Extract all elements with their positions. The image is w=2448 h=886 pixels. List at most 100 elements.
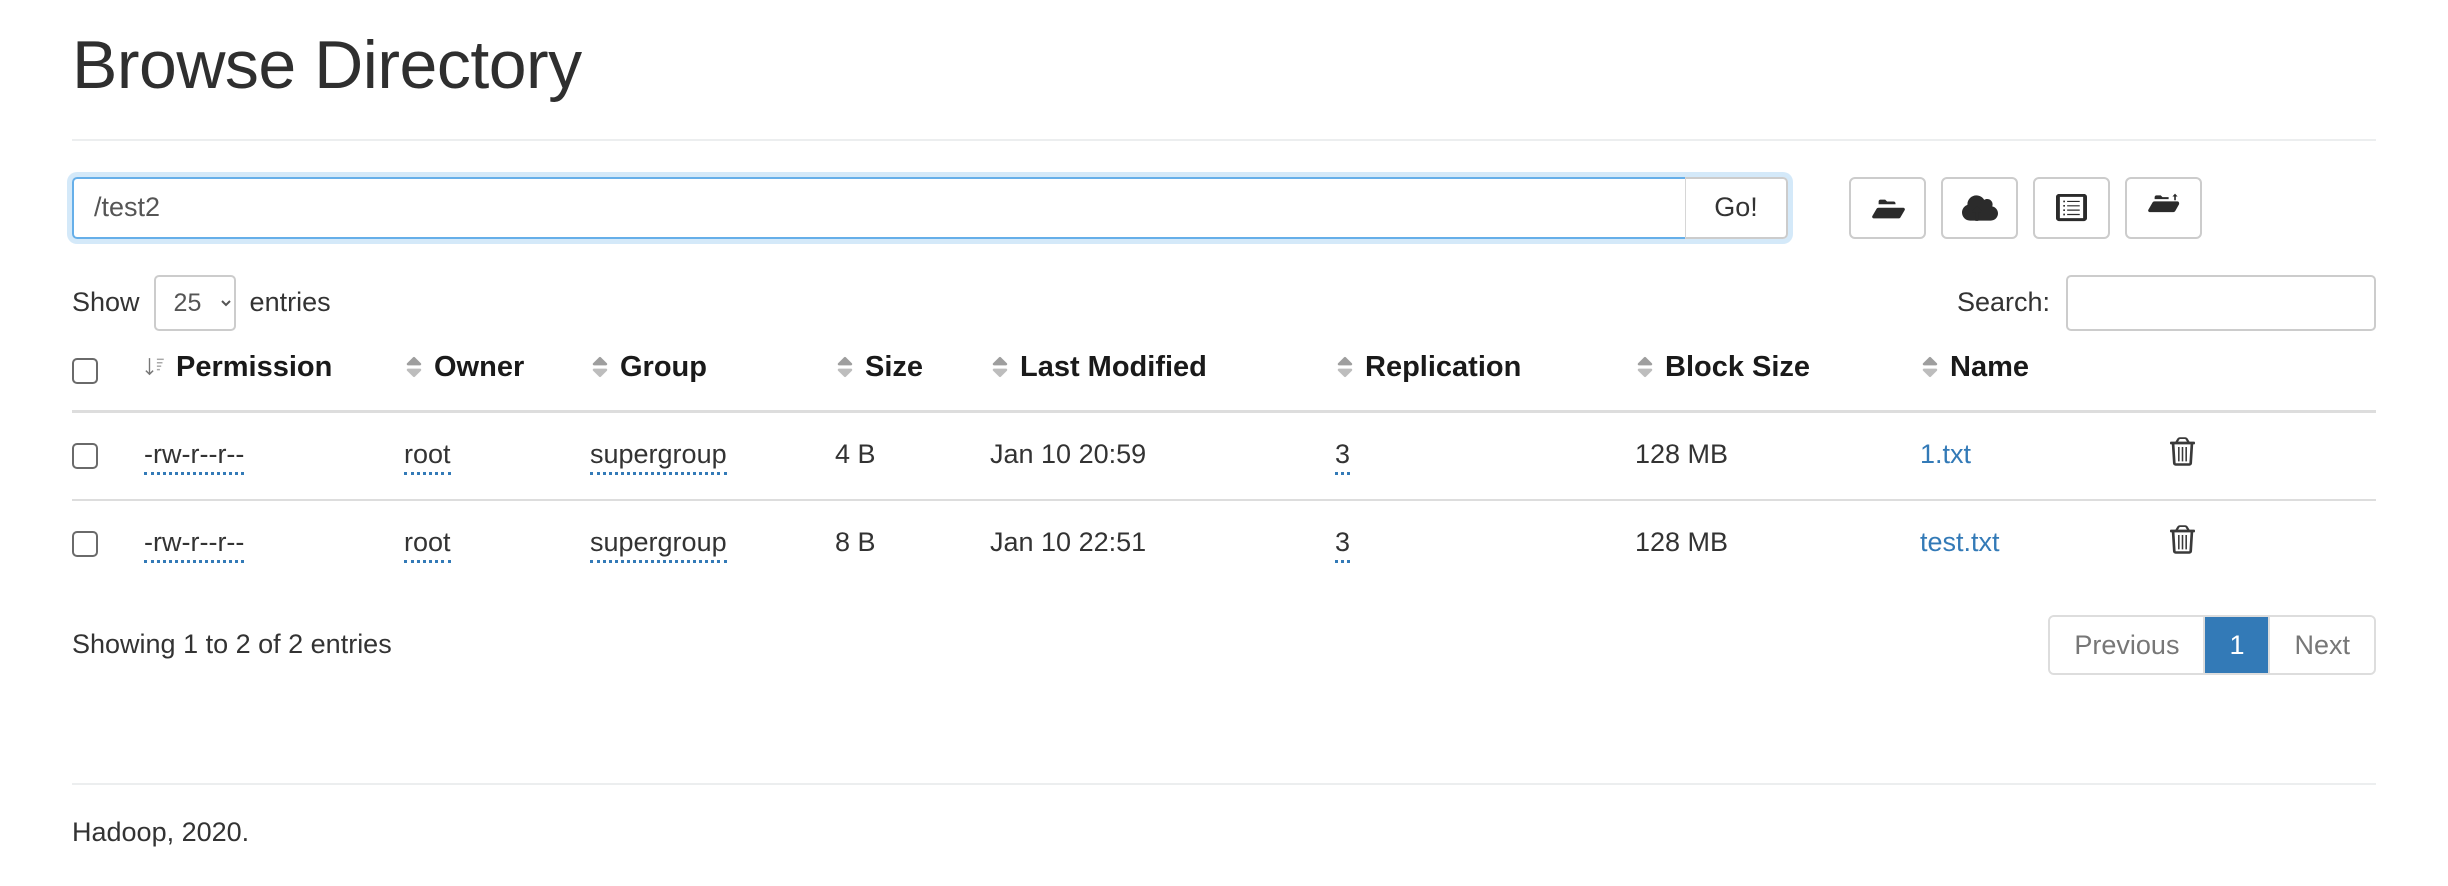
- group-value[interactable]: supergroup: [590, 527, 727, 563]
- cell-lastmodified: Jan 10 22:51: [990, 500, 1335, 587]
- column-header-replication[interactable]: Replication: [1335, 351, 1635, 412]
- sort-icon: [990, 354, 1010, 380]
- row-checkbox[interactable]: [72, 443, 98, 469]
- list-alt-icon: [2056, 192, 2087, 223]
- cell-name: test.txt: [1920, 500, 2170, 587]
- column-header-name[interactable]: Name: [1920, 351, 2170, 412]
- replication-value[interactable]: 3: [1335, 527, 1350, 563]
- cell-permission: -rw-r--r--: [144, 500, 404, 587]
- sort-icon: [1920, 354, 1940, 380]
- file-listing-table: Permission Owner: [72, 351, 2376, 587]
- cell-actions: [2170, 500, 2376, 587]
- path-toolbar-row: Go!: [72, 177, 2376, 239]
- pagination-page-1[interactable]: 1: [2205, 617, 2270, 673]
- column-header-replication-label: Replication: [1365, 351, 1521, 384]
- group-value[interactable]: supergroup: [590, 439, 727, 475]
- search-input[interactable]: [2066, 275, 2376, 331]
- permission-value[interactable]: -rw-r--r--: [144, 439, 244, 475]
- sort-icon: [835, 354, 855, 380]
- cell-owner: root: [404, 500, 590, 587]
- cell-actions: [2170, 411, 2376, 500]
- cell-group: supergroup: [590, 411, 835, 500]
- cloud-upload-icon: [1962, 193, 1998, 223]
- owner-value[interactable]: root: [404, 527, 451, 563]
- page-title: Browse Directory: [72, 0, 2376, 103]
- row-select-cell: [72, 411, 144, 500]
- cell-replication: 3: [1335, 500, 1635, 587]
- folder-open-icon: [1871, 193, 1905, 223]
- cell-lastmodified: Jan 10 20:59: [990, 411, 1335, 500]
- create-directory-button[interactable]: [1849, 177, 1926, 239]
- column-header-group-label: Group: [620, 351, 707, 384]
- column-header-size[interactable]: Size: [835, 351, 990, 412]
- directory-tools: [1849, 177, 2202, 239]
- column-header-blocksize[interactable]: Block Size: [1635, 351, 1920, 412]
- file-name-link[interactable]: test.txt: [1920, 527, 2000, 557]
- row-select-cell: [72, 500, 144, 587]
- pagination-previous[interactable]: Previous: [2050, 617, 2205, 673]
- search-label: Search:: [1957, 287, 2050, 318]
- go-button[interactable]: Go!: [1685, 177, 1788, 239]
- table-body: -rw-r--r-- root supergroup 4 B Jan 10 20…: [72, 411, 2376, 587]
- table-row: -rw-r--r-- root supergroup 4 B Jan 10 20…: [72, 411, 2376, 500]
- owner-value[interactable]: root: [404, 439, 451, 475]
- table-controls-row: Show 102550100 entries Search:: [72, 275, 2376, 331]
- show-label: Show: [72, 287, 140, 318]
- column-header-name-label: Name: [1950, 351, 2029, 384]
- replication-value[interactable]: 3: [1335, 439, 1350, 475]
- table-info: Showing 1 to 2 of 2 entries: [72, 629, 392, 660]
- table-footer-row: Showing 1 to 2 of 2 entries Previous 1 N…: [72, 615, 2376, 675]
- pagination-next[interactable]: Next: [2270, 617, 2374, 673]
- column-header-select: [72, 351, 144, 412]
- page-length-control: Show 102550100 entries: [72, 275, 331, 331]
- sort-icon: [404, 354, 424, 380]
- sort-icon: [1335, 354, 1355, 380]
- select-all-checkbox[interactable]: [72, 358, 98, 384]
- sort-icon: [1635, 354, 1655, 380]
- browse-directory-page: Browse Directory Go!: [0, 0, 2448, 886]
- permission-value[interactable]: -rw-r--r--: [144, 527, 244, 563]
- search-control: Search:: [1957, 275, 2376, 331]
- cell-name: 1.txt: [1920, 411, 2170, 500]
- folder-move-icon: [2147, 193, 2181, 223]
- trash-icon: [2170, 437, 2195, 466]
- column-header-actions: [2170, 351, 2376, 412]
- upload-files-button[interactable]: [1941, 177, 2018, 239]
- cell-size: 4 B: [835, 411, 990, 500]
- snapshots-button[interactable]: [2033, 177, 2110, 239]
- entries-label: entries: [250, 287, 331, 318]
- page-footer: Hadoop, 2020.: [72, 783, 2376, 886]
- page-length-select[interactable]: 102550100: [154, 275, 236, 331]
- cell-group: supergroup: [590, 500, 835, 587]
- column-header-owner[interactable]: Owner: [404, 351, 590, 412]
- table-header: Permission Owner: [72, 351, 2376, 412]
- table-header-row: Permission Owner: [72, 351, 2376, 412]
- column-header-permission-label: Permission: [176, 351, 332, 384]
- delete-file-button[interactable]: [2170, 525, 2195, 554]
- table-row: -rw-r--r-- root supergroup 8 B Jan 10 22…: [72, 500, 2376, 587]
- cell-size: 8 B: [835, 500, 990, 587]
- directory-path-input[interactable]: [72, 177, 1685, 239]
- cut-paste-button[interactable]: [2125, 177, 2202, 239]
- column-header-blocksize-label: Block Size: [1665, 351, 1810, 384]
- column-header-group[interactable]: Group: [590, 351, 835, 412]
- sort-amount-down-icon: [144, 354, 166, 380]
- footer-text: Hadoop, 2020.: [72, 817, 2376, 848]
- delete-file-button[interactable]: [2170, 437, 2195, 466]
- column-header-lastmodified-label: Last Modified: [1020, 351, 1207, 384]
- title-divider: [72, 139, 2376, 141]
- column-header-owner-label: Owner: [434, 351, 524, 384]
- pagination: Previous 1 Next: [2048, 615, 2376, 675]
- cell-owner: root: [404, 411, 590, 500]
- cell-blocksize: 128 MB: [1635, 500, 1920, 587]
- trash-icon: [2170, 525, 2195, 554]
- row-checkbox[interactable]: [72, 531, 98, 557]
- cell-blocksize: 128 MB: [1635, 411, 1920, 500]
- column-header-permission[interactable]: Permission: [144, 351, 404, 412]
- cell-replication: 3: [1335, 411, 1635, 500]
- cell-permission: -rw-r--r--: [144, 411, 404, 500]
- column-header-size-label: Size: [865, 351, 923, 384]
- column-header-lastmodified[interactable]: Last Modified: [990, 351, 1335, 412]
- sort-icon: [590, 354, 610, 380]
- file-name-link[interactable]: 1.txt: [1920, 439, 1971, 469]
